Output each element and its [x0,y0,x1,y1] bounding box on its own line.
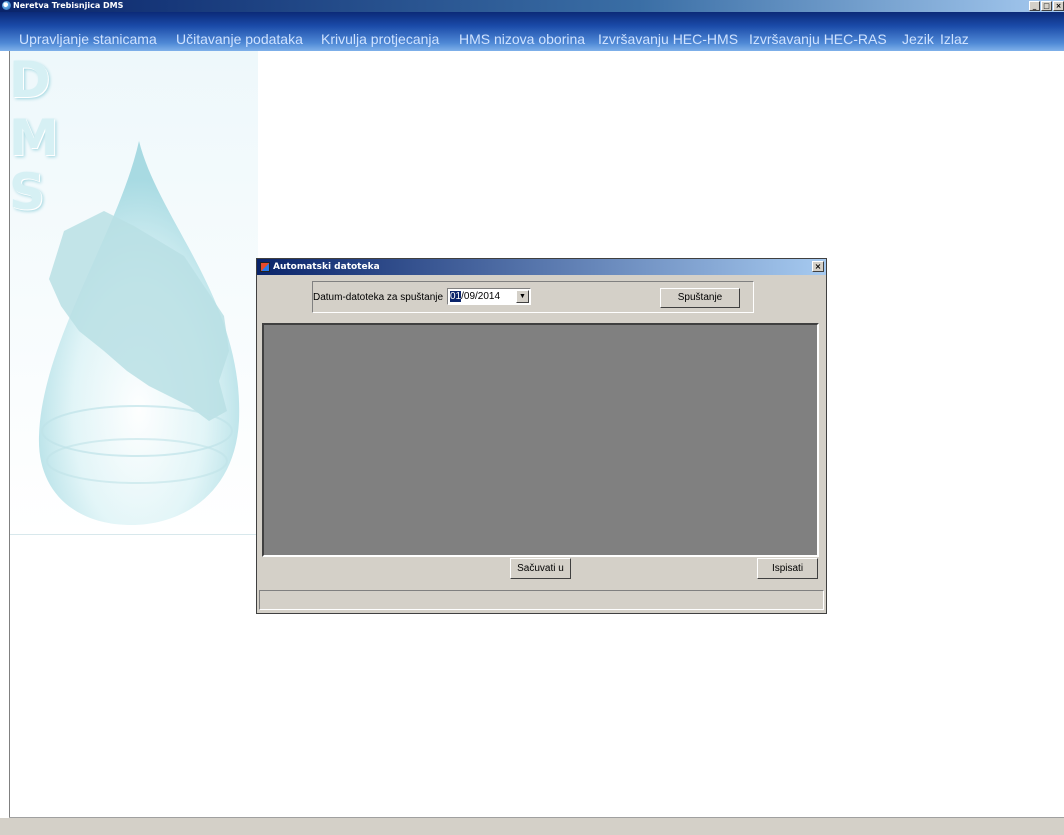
menu-jezik[interactable]: Jezik [902,31,934,47]
dialog-status-bar [259,590,824,610]
window-titlebar: Neretva Trebisnjica DMS _ □ × [0,0,1064,12]
menu-hms-nizova-oborina[interactable]: HMS nizova oborina [459,31,585,47]
data-grid[interactable] [262,323,819,557]
dialog-app-icon [260,262,270,272]
chevron-down-icon[interactable]: ▼ [516,290,529,303]
print-button[interactable]: Ispisati [757,558,818,579]
logo-letter-d: D [9,51,51,109]
download-button[interactable]: Spuštanje [660,288,740,308]
date-label: Datum-datoteka za spuštanje [313,292,444,303]
menu-bar: Upravljanje stanicama Učitavanje podatak… [0,12,1064,51]
app-icon [2,1,11,10]
dialog-title: Automatski datoteka [273,262,380,272]
menu-krivulja-protjecanja[interactable]: Krivulja protjecanja [321,31,439,47]
logo-panel: D M S [9,51,258,535]
date-day-segment[interactable]: 01 [450,291,462,302]
logo-letter-m: M [9,109,59,167]
logo-letter-s: S [9,163,46,221]
window-controls: _ □ × [1029,1,1064,11]
dialog-titlebar: Automatski datoteka × [257,259,826,275]
minimize-button[interactable]: _ [1029,1,1040,11]
menu-izvrsavanju-hec-hms[interactable]: Izvršavanju HEC-HMS [598,31,738,47]
save-button[interactable]: Sačuvati u [510,558,571,579]
dialog-close-button[interactable]: × [812,261,824,272]
main-status-bar [0,818,1064,835]
menu-izlaz[interactable]: Izlaz [940,31,969,47]
automatski-datoteka-dialog: Automatski datoteka × Datum-datoteka za … [256,258,827,614]
window-title: Neretva Trebisnjica DMS [13,1,124,10]
menu-izvrsavanju-hec-ras[interactable]: Izvršavanju HEC-RAS [749,31,887,47]
workspace-border-left [9,51,10,818]
close-button[interactable]: × [1053,1,1064,11]
menu-upravljanje-stanicama[interactable]: Upravljanje stanicama [19,31,157,47]
maximize-button[interactable]: □ [1041,1,1052,11]
menu-ucitavanje-podataka[interactable]: Učitavanje podataka [176,31,303,47]
date-rest: /09/2014 [461,291,501,302]
date-picker[interactable]: 01/09/2014 ▼ [447,288,531,305]
